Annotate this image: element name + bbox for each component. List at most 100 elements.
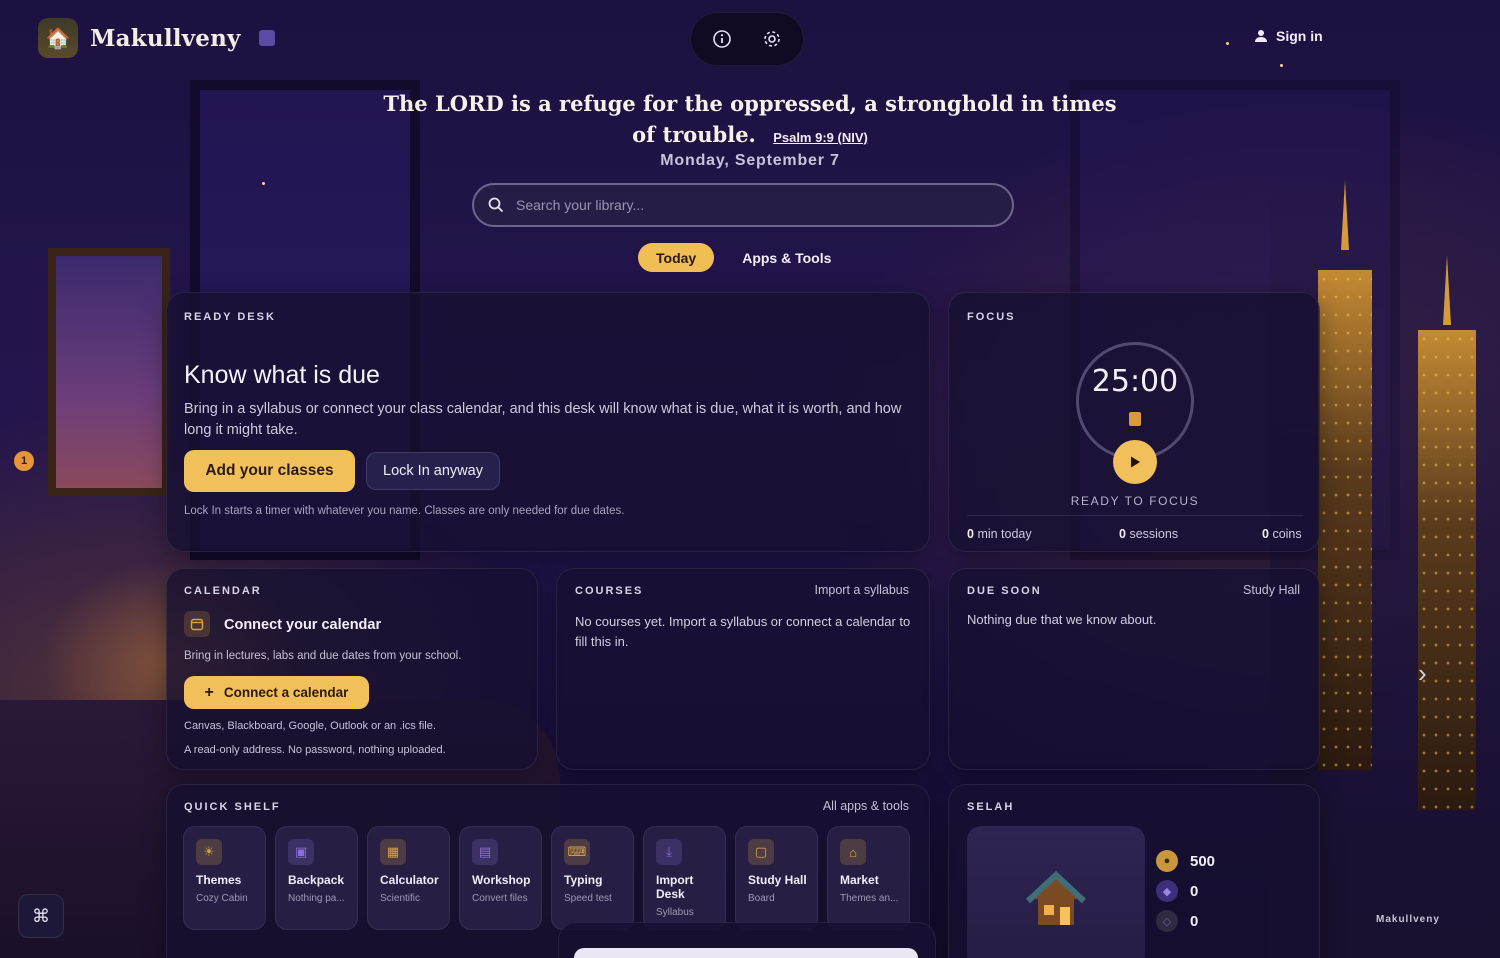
keyboard-icon: ⌨	[564, 839, 590, 865]
shelf-tile-workshop[interactable]: ▤ Workshop Convert files	[459, 826, 542, 930]
shelf-tile-themes[interactable]: ☀ Themes Cozy Cabin	[183, 826, 266, 930]
all-apps-link[interactable]: All apps & tools	[823, 799, 909, 813]
courses-card: COURSES Import a syllabus No courses yet…	[556, 568, 930, 770]
tile-subtitle: Scientific	[380, 893, 421, 904]
notification-badge[interactable]: 1	[14, 451, 34, 471]
selah-card: SELAH	[948, 784, 1320, 958]
calendar-card: CALENDAR Connect your calendar Bring in …	[166, 568, 538, 770]
ready-desk-body: Bring in a syllabus or connect your clas…	[184, 401, 902, 438]
card-label: DUE SOON	[967, 585, 1042, 597]
card-label: COURSES	[575, 585, 644, 597]
tile-title: Typing	[564, 873, 603, 887]
skyscraper-spire-1	[1341, 180, 1349, 250]
calendar-note-privacy: A read-only address. No password, nothin…	[184, 744, 446, 756]
verse-text: The LORD is a refuge for the oppressed, …	[383, 91, 1117, 147]
user-icon	[1255, 30, 1267, 42]
gear-icon[interactable]	[760, 27, 784, 51]
focus-stat-sessions: 0 sessions	[1119, 527, 1178, 541]
card-label: QUICK SHELF	[184, 801, 281, 813]
focus-status: READY TO FOCUS	[1070, 494, 1200, 508]
import-syllabus-link[interactable]: Import a syllabus	[815, 583, 909, 597]
skyscraper-2	[1418, 330, 1476, 810]
card-label: FOCUS	[967, 311, 1016, 323]
selah-counter-shards: ◇ 0	[1156, 910, 1198, 932]
store-icon: ⌂	[840, 839, 866, 865]
cabin-icon: 🏠	[38, 18, 78, 58]
stat-unit: sessions	[1129, 527, 1179, 541]
search-input[interactable]	[516, 197, 976, 213]
info-icon[interactable]	[710, 27, 734, 51]
shelf-tile-import-desk[interactable]: ⤓ Import Desk Syllabus	[643, 826, 726, 930]
board-icon: ▢	[748, 839, 774, 865]
lock-in-button[interactable]: Lock In anyway	[366, 452, 500, 490]
search-bar[interactable]	[472, 183, 1014, 227]
tile-subtitle: Syllabus	[656, 907, 694, 918]
card-label: READY DESK	[184, 311, 276, 323]
calendar-body: Bring in lectures, labs and due dates fr…	[184, 650, 462, 662]
selah-counter-gems: ◆ 0	[1156, 880, 1198, 902]
shelf-tile-study-hall[interactable]: ▢ Study Hall Board	[735, 826, 818, 930]
courses-empty-message: No courses yet. Import a syllabus or con…	[575, 614, 911, 649]
tile-subtitle: Convert files	[472, 893, 528, 904]
current-date: Monday, September 7	[660, 152, 840, 169]
file-icon: ▤	[472, 839, 498, 865]
calendar-note-sources: Canvas, Blackboard, Google, Outlook or a…	[184, 720, 436, 732]
shelf-tile-calculator[interactable]: ▦ Calculator Scientific	[367, 826, 450, 930]
calendar-title: Connect your calendar	[224, 617, 382, 633]
connect-calendar-label: Connect a calendar	[223, 685, 349, 700]
tile-title: Themes	[196, 873, 242, 887]
house-icon	[1025, 870, 1087, 925]
brand-name: Makullveny	[90, 24, 241, 52]
plus-icon: +	[204, 683, 214, 701]
download-icon: ⤓	[656, 839, 682, 865]
brand[interactable]: 🏠 Makullveny	[38, 18, 275, 58]
ready-desk-card: READY DESK Know what is due Bring in a s…	[166, 292, 930, 552]
counter-value: 500	[1190, 852, 1216, 870]
gem-icon: ◆	[1156, 880, 1178, 902]
shelf-tile-typing[interactable]: ⌨ Typing Speed test	[551, 826, 634, 930]
skyscraper-spire-2	[1443, 255, 1451, 325]
stat-value: 0	[1119, 527, 1126, 541]
tile-title: Market	[840, 873, 879, 887]
chevron-right-icon[interactable]: ›	[1418, 658, 1427, 689]
tab-apps-tools[interactable]: Apps & Tools	[738, 243, 835, 272]
shelf-tile-backpack[interactable]: ▣ Backpack Nothing pa...	[275, 826, 358, 930]
command-palette-button[interactable]: ⌘	[18, 894, 64, 938]
tile-title: Study Hall	[748, 873, 807, 887]
tile-title: Workshop	[472, 873, 531, 887]
stat-value: 0	[1262, 527, 1269, 541]
sign-in-label: Sign in	[1276, 28, 1323, 44]
card-label: SELAH	[967, 801, 1015, 813]
focus-stat-coins: 0 coins	[1262, 527, 1302, 541]
calendar-icon	[184, 611, 210, 637]
wall-painting	[48, 248, 170, 496]
connect-calendar-button[interactable]: + Connect a calendar	[184, 676, 369, 709]
counter-value: 0	[1190, 912, 1199, 930]
stat-value: 0	[967, 527, 974, 541]
tile-subtitle: Themes an...	[840, 893, 899, 904]
focus-divider	[967, 515, 1303, 516]
sign-in-button[interactable]: Sign in	[1254, 28, 1323, 44]
top-bar: 🏠 Makullveny Sign in	[0, 0, 1500, 80]
view-tabs: Today Apps & Tools	[638, 243, 835, 272]
shard-icon: ◇	[1156, 910, 1178, 932]
hourglass-icon	[1129, 412, 1141, 426]
tab-today[interactable]: Today	[638, 243, 715, 272]
card-label: CALENDAR	[184, 585, 262, 597]
tile-subtitle: Cozy Cabin	[196, 893, 248, 904]
footer-brand: Makullveny	[1376, 914, 1440, 925]
due-soon-empty-message: Nothing due that we know about.	[967, 612, 1157, 627]
tile-subtitle: Speed test	[564, 893, 612, 904]
counter-value: 0	[1190, 882, 1199, 900]
verse-reference[interactable]: Psalm 9:9 (NIV)	[773, 130, 868, 145]
play-icon	[1131, 456, 1140, 468]
study-hall-link[interactable]: Study Hall	[1243, 583, 1300, 597]
timer-display: 25:00	[1091, 364, 1179, 399]
due-soon-card: DUE SOON Study Hall Nothing due that we …	[948, 568, 1320, 770]
play-timer-button[interactable]	[1113, 440, 1157, 484]
bottom-sheet-handle[interactable]	[574, 948, 918, 958]
add-classes-button[interactable]: Add your classes	[184, 450, 355, 492]
cabin-illustration[interactable]	[967, 826, 1145, 958]
shelf-tile-market[interactable]: ⌂ Market Themes an...	[827, 826, 910, 930]
skyscraper-1	[1318, 270, 1372, 770]
